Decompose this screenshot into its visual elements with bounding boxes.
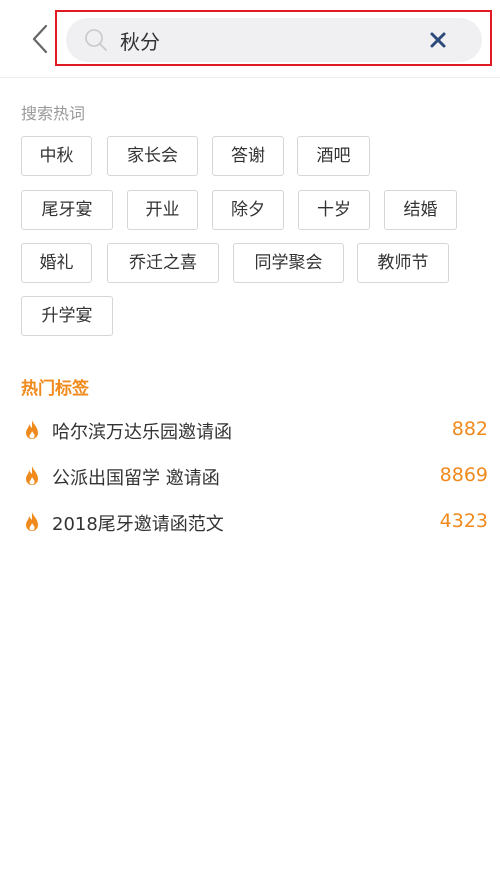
- search-bar[interactable]: [66, 18, 482, 62]
- flame-icon: [26, 420, 38, 439]
- hot-words-title: 搜索热词: [21, 104, 86, 123]
- search-input[interactable]: [120, 18, 420, 62]
- hot-word-tag[interactable]: 答谢: [212, 136, 284, 176]
- hot-tag-count: 4323: [439, 510, 488, 532]
- flame-icon: [26, 466, 38, 485]
- hot-word-tag[interactable]: 家长会: [107, 136, 198, 176]
- close-icon[interactable]: [428, 30, 448, 50]
- hot-word-tag[interactable]: 中秋: [21, 136, 92, 176]
- hot-tag-count: 8869: [439, 464, 488, 486]
- search-icon: [85, 29, 107, 51]
- hot-word-tag[interactable]: 十岁: [298, 190, 370, 230]
- hot-word-tag[interactable]: 婚礼: [21, 243, 92, 283]
- back-button[interactable]: [28, 22, 52, 56]
- hot-tag-count: 882: [451, 418, 488, 440]
- search-header: [0, 0, 500, 78]
- hot-word-tag[interactable]: 乔迁之喜: [107, 243, 219, 283]
- hot-tags-title: 热门标签: [21, 379, 89, 399]
- chevron-left-icon: [32, 24, 48, 54]
- hot-word-tag[interactable]: 教师节: [357, 243, 449, 283]
- hot-tag-item[interactable]: 公派出国留学 邀请函 8869: [21, 461, 488, 491]
- hot-word-tag[interactable]: 除夕: [212, 190, 284, 230]
- hot-tag-label: 公派出国留学 邀请函: [52, 468, 220, 489]
- flame-icon: [26, 512, 38, 531]
- hot-tag-label: 2018尾牙邀请函范文: [52, 514, 224, 535]
- hot-word-tag[interactable]: 升学宴: [21, 296, 113, 336]
- hot-tag-item[interactable]: 2018尾牙邀请函范文 4323: [21, 507, 488, 537]
- hot-word-tag[interactable]: 尾牙宴: [21, 190, 113, 230]
- hot-word-tag[interactable]: 酒吧: [297, 136, 370, 176]
- hot-word-tag[interactable]: 开业: [127, 190, 198, 230]
- hot-tag-label: 哈尔滨万达乐园邀请函: [52, 422, 232, 443]
- hot-word-tag[interactable]: 同学聚会: [233, 243, 344, 283]
- hot-tag-item[interactable]: 哈尔滨万达乐园邀请函 882: [21, 415, 488, 445]
- hot-word-tag[interactable]: 结婚: [384, 190, 457, 230]
